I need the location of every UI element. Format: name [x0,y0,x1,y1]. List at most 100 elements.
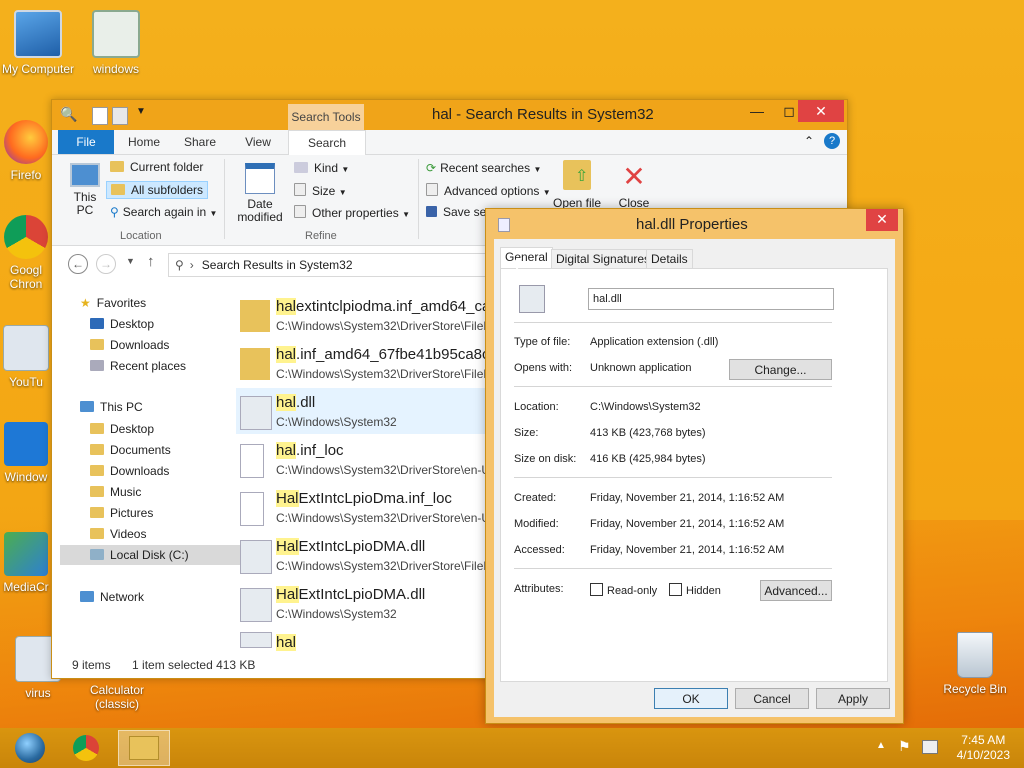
action-center-flag-icon[interactable]: ⚑ [898,738,911,755]
explorer-titlebar[interactable]: 🔍 ▼ Search Tools hal - Search Results in… [52,100,847,130]
apply-button[interactable]: Apply [816,688,890,709]
nav-pc-desktop[interactable]: Desktop [90,422,154,436]
close-search-button[interactable]: ✕ Close [616,160,652,210]
result-name: .inf_loc [296,442,344,459]
close-button[interactable]: ✕ [798,100,844,122]
collapse-ribbon-icon[interactable]: ⌃ [804,134,814,148]
network-icon [80,591,94,602]
desktop-icon-my-computer[interactable]: My Computer [0,10,76,76]
up-arrow-icon[interactable]: ↑ [147,253,155,270]
nav-fav-recent-places[interactable]: Recent places [90,359,186,373]
desktop-icon-youtube[interactable]: YouTu [0,325,52,389]
list-item[interactable]: HalExtIntcLpioDMA.dll C:\Windows\System3… [236,580,494,626]
nav-fav-desktop[interactable]: Desktop [90,317,154,331]
result-path: C:\Windows\System32 [276,607,397,621]
nav-network[interactable]: Network [80,590,144,604]
location-group-label: Location [120,230,162,242]
readonly-checkbox[interactable]: Read-only [590,583,657,597]
forward-icon[interactable]: → [96,254,116,274]
list-item[interactable]: hal.inf_loc C:\Windows\System32\DriverSt… [236,436,494,482]
media-creation-icon [4,532,48,576]
properties-quick-icon[interactable] [92,107,108,125]
result-path: C:\Windows\System32\DriverStore\FileR [276,559,493,573]
current-folder-button[interactable]: Current folder [110,160,203,174]
nav-pc-pictures[interactable]: Pictures [90,506,153,520]
desktop-icon-label: Googl Chron [9,263,43,291]
tab-home[interactable]: Home [126,130,162,154]
location-value: C:\Windows\System32 [590,401,701,413]
taskbar-chrome[interactable] [60,730,112,766]
list-item[interactable]: hal [236,628,494,652]
tab-search[interactable]: Search [288,130,366,156]
nav-pc-local-disk[interactable]: Local Disk (C:) [60,545,245,565]
change-button[interactable]: Change... [729,359,832,380]
nav-pc-music[interactable]: Music [90,485,141,499]
filename-input[interactable]: hal.dll [588,288,834,310]
list-item[interactable]: hal.inf_amd64_67fbe41b95ca8ca C:\Windows… [236,340,494,386]
tab-view[interactable]: View [240,130,276,154]
help-icon[interactable]: ? [824,133,840,149]
cancel-button[interactable]: Cancel [735,688,809,709]
new-folder-quick-icon[interactable] [112,107,128,125]
dll-gear-icon [240,540,272,574]
nav-label: This PC [100,400,143,414]
tab-details[interactable]: Details [646,249,693,268]
folder-icon [129,736,159,760]
network-status-icon[interactable] [922,740,938,754]
nav-favorites[interactable]: ★ Favorites [80,296,146,310]
recent-searches-button[interactable]: ⟳ Recent searches ▼ [426,161,541,175]
desktop-icon-calculator[interactable]: Calculator (classic) [79,683,155,711]
tab-share[interactable]: Share [182,130,218,154]
windows-logo-icon [4,422,48,466]
system-clock[interactable]: 7:45 AM 4/10/2023 [957,733,1010,763]
ribbon-tabs: File Home Share View Search ⌃ ? [52,130,847,156]
taskbar-file-explorer[interactable] [118,730,170,766]
list-item[interactable]: halextintclpiodma.inf_amd64_ca C:\Window… [236,292,494,338]
size-button[interactable]: Size ▼ [294,183,347,198]
desktop-icon-windows-app[interactable]: Window [0,422,52,484]
nav-fav-downloads[interactable]: Downloads [90,338,169,352]
chevron-down-icon[interactable]: ▼ [126,256,135,266]
address-input[interactable]: ⚲ › Search Results in System32 [168,253,500,277]
minimize-button[interactable]: — [742,100,772,122]
ok-button[interactable]: OK [654,688,728,709]
nav-pc-videos[interactable]: Videos [90,527,146,541]
date-modified-button[interactable]: Date modified [232,163,288,224]
result-name-highlight: Hal [276,490,299,507]
advanced-options-button[interactable]: Advanced options ▼ [426,183,551,198]
desktop-icon-mediacreation[interactable]: MediaCr [0,532,52,594]
search-again-in-button[interactable]: ⚲ Search again in ▼ [110,205,217,219]
list-item[interactable]: HalExtIntcLpioDMA.dll C:\Windows\System3… [236,532,494,578]
close-button[interactable]: ✕ [866,209,898,231]
all-subfolders-button[interactable]: All subfolders [106,181,209,199]
nav-pc-downloads[interactable]: Downloads [90,464,169,478]
desktop-icon-windows[interactable]: windows [78,10,154,76]
list-item-selected[interactable]: hal.dll C:\Windows\System32 [236,388,494,434]
general-panel: hal.dll Type of file: Application extens… [500,268,888,682]
nav-this-pc[interactable]: This PC [80,400,143,414]
save-search-button[interactable]: Save sea [426,205,493,219]
advanced-button[interactable]: Advanced... [760,580,832,601]
options-icon [426,183,438,196]
this-pc-button[interactable]: This PC [68,163,102,217]
chevron-down-icon[interactable]: ▼ [136,106,146,117]
tab-general[interactable]: General [500,247,553,269]
size-value: 413 KB (423,768 bytes) [590,427,706,439]
other-properties-button[interactable]: Other properties ▼ [294,205,410,220]
tab-digital-signatures[interactable]: Digital Signatures [551,249,656,268]
list-item[interactable]: HalExtIntcLpioDma.inf_loc C:\Windows\Sys… [236,484,494,530]
start-button[interactable] [4,730,56,766]
nav-pc-documents[interactable]: Documents [90,443,171,457]
hidden-checkbox[interactable]: Hidden [669,583,721,597]
kind-button[interactable]: Kind ▼ [294,161,349,175]
tab-file[interactable]: File [58,130,114,154]
mouse-cursor-icon [516,258,522,274]
dialog-body: General Digital Signatures Details hal.d… [494,239,895,717]
dll-gear-icon [240,632,272,648]
desktop-icon-firefox[interactable]: Firefo [0,120,52,182]
desktop-icon-recycle-bin[interactable]: Recycle Bin [937,632,1013,696]
back-icon[interactable]: ← [68,254,88,274]
show-hidden-icons-icon[interactable]: ▲ [876,740,886,751]
desktop-icon-chrome[interactable]: Googl Chron [0,215,52,291]
open-file-location-button[interactable]: ⇧ Open file [552,160,602,210]
